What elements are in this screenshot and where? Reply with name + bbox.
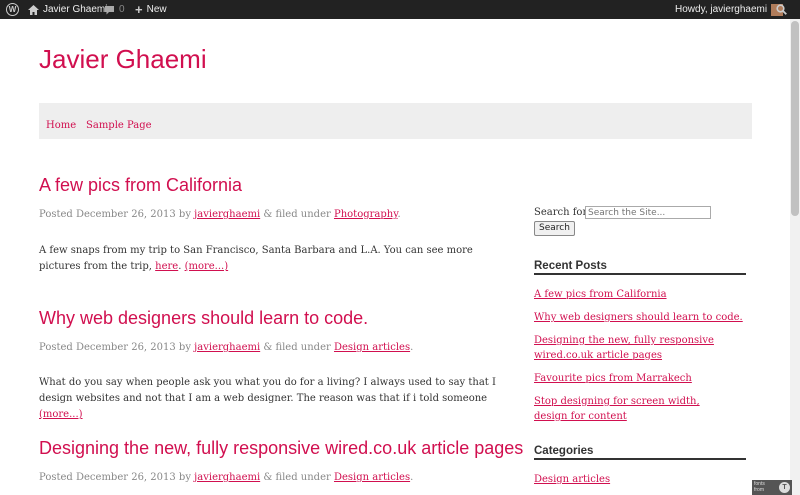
post-title[interactable]: A few pics from California — [39, 175, 242, 196]
nav-item-home[interactable]: Home — [46, 103, 76, 149]
recent-post-link[interactable]: Favourite pics from Marrakech — [534, 373, 692, 384]
comments-link[interactable]: 0 — [104, 0, 125, 19]
post-author-link[interactable]: javierghaemi — [194, 342, 260, 353]
read-more-link[interactable]: (more...) — [39, 409, 83, 420]
account-menu[interactable]: Howdy, javierghaemi — [675, 0, 784, 19]
post-category-link[interactable]: Photography — [334, 209, 398, 220]
post-inline-link[interactable]: here — [155, 261, 178, 272]
recent-post-link[interactable]: A few pics from California — [534, 289, 667, 300]
greeting-label: Howdy, javierghaemi — [675, 4, 768, 15]
post-title[interactable]: Designing the new, fully responsive wire… — [39, 438, 523, 459]
comments-count: 0 — [119, 4, 125, 15]
scrollbar[interactable] — [790, 19, 800, 495]
post-meta-end: . — [397, 209, 401, 220]
admin-bar: W Javier Ghaemi 0 + New Howdy, javiergha… — [0, 0, 800, 19]
post-excerpt: What do you say when people ask you what… — [39, 375, 509, 423]
recent-post-link[interactable]: Stop designing for screen width, design … — [534, 396, 700, 422]
new-label: New — [146, 4, 167, 15]
scrollbar-thumb[interactable] — [791, 21, 799, 216]
categories-list: Design articles — [534, 472, 754, 495]
post-meta: Posted December 26, 2013 by javierghaemi… — [39, 209, 401, 220]
post-date: Posted December 26, 2013 by — [39, 209, 191, 220]
post-meta: Posted December 26, 2013 by javierghaemi… — [39, 472, 413, 483]
wordpress-logo-button[interactable]: W — [6, 0, 19, 19]
site-name-link[interactable]: Javier Ghaemi — [28, 0, 107, 19]
main-navigation: Home Sample Page — [39, 103, 752, 139]
new-content-link[interactable]: + New — [135, 0, 167, 19]
post-date: Posted December 26, 2013 by — [39, 472, 191, 483]
post-excerpt: A few snaps from my trip to San Francisc… — [39, 245, 473, 272]
post-excerpt-text: What do you say when people ask you what… — [39, 377, 496, 404]
post-meta: Posted December 26, 2013 by javierghaemi… — [39, 342, 413, 353]
recent-post-link[interactable]: Why web designers should learn to code. — [534, 312, 743, 323]
list-item: Why web designers should learn to code. — [534, 310, 754, 325]
post-excerpt-text: A few snaps from my trip to San Francisc… — [39, 245, 473, 272]
post-filed-label: & filed under — [263, 209, 331, 220]
list-item: Design articles — [534, 472, 754, 487]
home-icon — [28, 4, 39, 15]
post-category-link[interactable]: Design articles — [334, 342, 410, 353]
list-item: A few pics from California — [534, 287, 754, 302]
fonts-badge[interactable]: fonts from T — [752, 480, 792, 495]
recent-posts-list: A few pics from California Why web desig… — [534, 287, 754, 432]
list-item: Stop designing for screen width, design … — [534, 394, 734, 424]
wordpress-logo-icon: W — [6, 3, 19, 16]
search-label: Search for: — [534, 207, 591, 218]
read-more-link[interactable]: (more...) — [185, 261, 229, 272]
post-category-link[interactable]: Design articles — [334, 472, 410, 483]
recent-posts-title: Recent Posts — [534, 260, 746, 275]
category-link[interactable]: Design articles — [534, 474, 610, 485]
fonts-logo-icon: T — [779, 482, 790, 493]
post-author-link[interactable]: javierghaemi — [194, 209, 260, 220]
categories-title: Categories — [534, 445, 746, 460]
post-meta-end: . — [410, 472, 414, 483]
site-title[interactable]: Javier Ghaemi — [39, 44, 207, 75]
search-button[interactable]: Search — [534, 221, 575, 236]
search-icon — [776, 4, 787, 15]
post-author-link[interactable]: javierghaemi — [194, 472, 260, 483]
post-filed-label: & filed under — [263, 342, 331, 353]
site-name-label: Javier Ghaemi — [43, 4, 108, 15]
admin-search-button[interactable] — [776, 0, 787, 19]
post-date: Posted December 26, 2013 by — [39, 342, 191, 353]
search-input[interactable] — [585, 206, 711, 219]
list-item: Favourite pics from Marrakech — [534, 371, 754, 386]
post-title[interactable]: Why web designers should learn to code. — [39, 308, 368, 329]
nav-item-sample-page[interactable]: Sample Page — [86, 103, 152, 149]
post-filed-label: & filed under — [263, 472, 331, 483]
recent-post-link[interactable]: Designing the new, fully responsive wire… — [534, 335, 714, 361]
post-meta-end: . — [410, 342, 414, 353]
list-item: Designing the new, fully responsive wire… — [534, 333, 748, 363]
comment-icon — [105, 5, 114, 14]
plus-icon: + — [135, 2, 143, 17]
